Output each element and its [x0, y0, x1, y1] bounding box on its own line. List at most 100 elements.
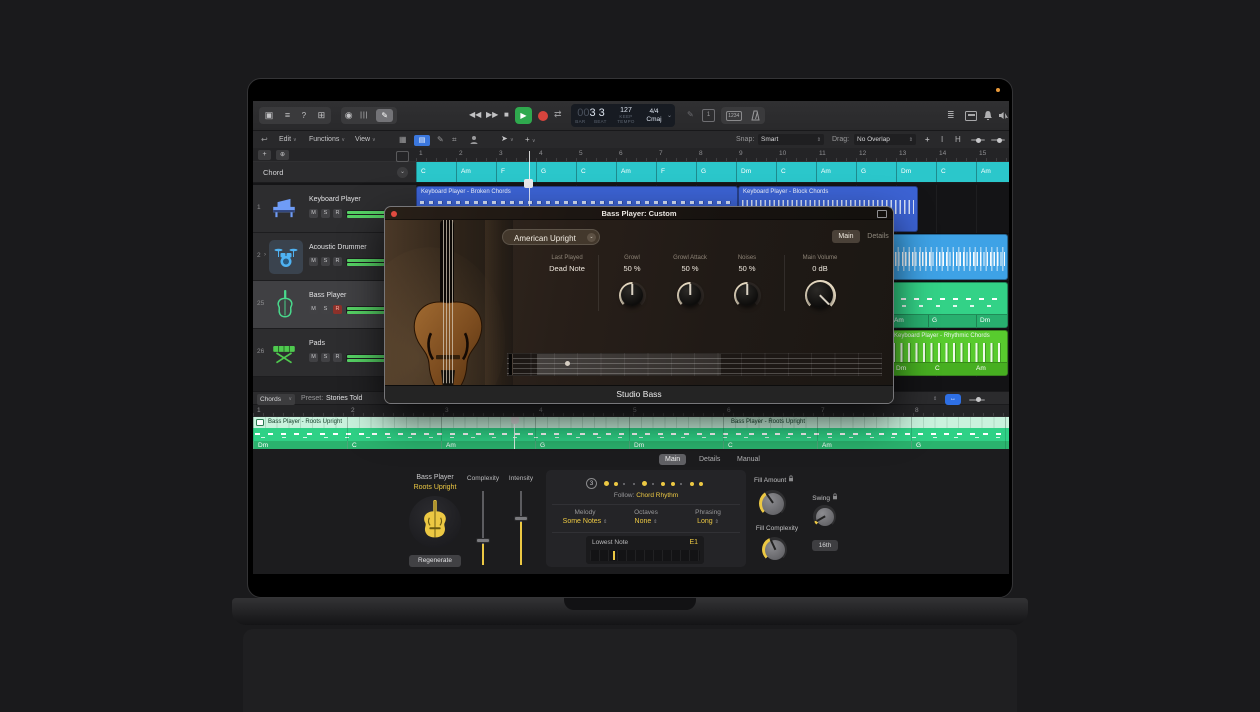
grid-view-icon[interactable]: ▦ [399, 135, 407, 144]
solo-button[interactable]: S [321, 305, 330, 314]
list-editors-icon[interactable]: ≣ [947, 111, 955, 120]
chord-cell[interactable]: Am [456, 162, 496, 182]
chord-cell[interactable]: C [936, 162, 976, 182]
preset-chevron-icon[interactable]: ⌄ [587, 233, 596, 242]
speaker-icon[interactable] [998, 111, 1009, 120]
chord-cell[interactable]: Dm [736, 162, 776, 182]
vertical-zoom-slider[interactable] [971, 139, 985, 141]
chord-cell[interactable]: G [536, 162, 576, 182]
chord-cell[interactable]: Am [976, 162, 1009, 182]
solo-button[interactable]: S [321, 353, 330, 362]
chord-cell[interactable]: Am [616, 162, 656, 182]
inspector-icon[interactable]: ? [302, 112, 306, 120]
chord-cell[interactable]: Am [816, 162, 856, 182]
metronome-icon[interactable] [751, 110, 760, 121]
editor-ruler[interactable]: 12345678 [253, 405, 1009, 417]
melody-select[interactable]: Melody Some Notes ⇕ [554, 509, 616, 525]
mute-button[interactable]: M [309, 353, 318, 362]
disclosure-chevron-icon[interactable]: › [264, 252, 266, 258]
lcd-chevron-icon[interactable]: ⌄ [667, 112, 672, 119]
count-in-bar-icon[interactable]: 1 [702, 109, 715, 122]
record-enable-button[interactable]: R [333, 305, 342, 314]
mute-button[interactable]: M [309, 257, 318, 266]
close-button[interactable] [391, 211, 397, 217]
editor-tab-manual[interactable]: Manual [731, 454, 766, 465]
library-icon[interactable]: ▣ [265, 111, 274, 120]
automation-icon[interactable]: ✎ [437, 135, 444, 144]
record-button[interactable] [538, 111, 548, 121]
bass-player-plugin-window[interactable]: Bass Player: Custom [384, 206, 894, 404]
chord-cell[interactable]: F [656, 162, 696, 182]
chord-cell[interactable]: Dm [896, 162, 936, 182]
editor-zoom-slider[interactable] [969, 399, 985, 401]
plugin-knob[interactable] [734, 282, 761, 309]
plugin-tab-details[interactable]: Details [864, 230, 892, 243]
sixteenth-button[interactable]: 16th [812, 540, 838, 551]
rhythm-pattern-dots[interactable] [604, 478, 714, 489]
complexity-slider-handle[interactable] [476, 538, 490, 543]
count-in-icon[interactable]: 1234 [726, 111, 742, 121]
plugin-preset-dropdown[interactable]: American Upright ⌄ [502, 229, 600, 245]
preset-value[interactable]: Stories Told [326, 395, 362, 402]
chord-track-header[interactable]: Chord ⌄ [253, 162, 416, 183]
flex-icon[interactable]: ⌗ [452, 135, 457, 145]
mute-button[interactable]: M [309, 305, 318, 314]
duplicate-track-button[interactable]: ⊕ [276, 150, 289, 160]
fill-amount-knob[interactable] [759, 490, 786, 517]
plugin-knob[interactable] [805, 280, 836, 311]
player-preset[interactable]: Roots Upright [393, 484, 477, 491]
snap-grid-icon[interactable]: + [925, 135, 930, 144]
cycle-button[interactable]: ⇄ [554, 110, 562, 119]
plugin-tab-main[interactable]: Main [832, 230, 860, 243]
chord-track-lane[interactable]: CAmFGCAmFGDmCAmGDmCAm [416, 162, 1009, 183]
record-enable-button[interactable]: R [333, 353, 342, 362]
lock-icon[interactable] [788, 475, 794, 482]
rewind-button[interactable]: ◀◀ [469, 111, 481, 119]
tuner-pencil-icon[interactable]: ✎ [687, 110, 694, 119]
drag-select[interactable]: No Overlap⇕ [854, 134, 916, 145]
forward-button[interactable]: ▶▶ [486, 111, 498, 119]
chord-track-chevron-icon[interactable]: ⌄ [397, 167, 408, 178]
undo-icon[interactable]: ↩ [261, 135, 268, 144]
browser-icon[interactable]: ≡ [285, 111, 290, 120]
fill-complexity-knob[interactable] [762, 537, 787, 562]
lowest-note-slider[interactable] [590, 550, 700, 561]
editor-tab-main[interactable]: Main [659, 454, 686, 465]
chord-cell[interactable]: G [696, 162, 736, 182]
pointer-tool-menu[interactable]: ➤ ∨ [501, 134, 514, 143]
link-icon[interactable] [877, 210, 887, 218]
chords-dropdown[interactable]: Chords∨ [257, 394, 295, 405]
add-track-button[interactable]: + [258, 150, 271, 160]
follow-row[interactable]: Follow: Chord Rhythm [546, 492, 746, 499]
chord-cell[interactable]: C [576, 162, 616, 182]
editor-stepper-icon[interactable]: ⇕ [933, 396, 937, 402]
record-enable-button[interactable]: R [333, 257, 342, 266]
link-icon[interactable]: H [955, 135, 961, 144]
editor-playhead-marker[interactable] [511, 417, 519, 424]
piano-roll-view-icon[interactable]: ▤ [414, 135, 430, 146]
regenerate-button[interactable]: Regenerate [409, 555, 461, 567]
phrasing-select[interactable]: Phrasing Long ⇕ [678, 509, 738, 525]
intensity-slider-handle[interactable] [514, 516, 528, 521]
mixer-icon[interactable]: ||| [360, 112, 368, 119]
notifications-bell-icon[interactable] [983, 110, 993, 121]
solo-button[interactable]: S [321, 209, 330, 218]
playhead-marker[interactable] [524, 179, 533, 188]
chord-cell[interactable]: C [776, 162, 816, 182]
pattern-count-badge[interactable]: 3 [586, 478, 597, 489]
chord-cell[interactable]: G [856, 162, 896, 182]
player-avatar[interactable] [409, 496, 461, 548]
marquee-tool-icon[interactable]: I [941, 135, 943, 144]
editor-lane[interactable]: Bass Player - Roots Upright Bass Player … [253, 417, 1009, 449]
display-icon[interactable] [965, 111, 977, 121]
edit-menu[interactable]: Edit ∨ [279, 136, 297, 143]
plugin-title-bar[interactable]: Bass Player: Custom [385, 207, 893, 220]
plugin-knob[interactable] [677, 282, 704, 309]
track-header-options-icon[interactable] [396, 151, 409, 162]
quick-help-icon[interactable]: ◉ [345, 111, 353, 120]
pencil-tool-icon[interactable]: ✎ [376, 109, 393, 122]
functions-menu[interactable]: Functions ∨ [309, 136, 345, 143]
lock-icon[interactable] [832, 493, 838, 500]
arrange-ruler[interactable]: 123456789101112131415 [416, 148, 1009, 162]
stop-button[interactable]: ■ [504, 111, 509, 119]
